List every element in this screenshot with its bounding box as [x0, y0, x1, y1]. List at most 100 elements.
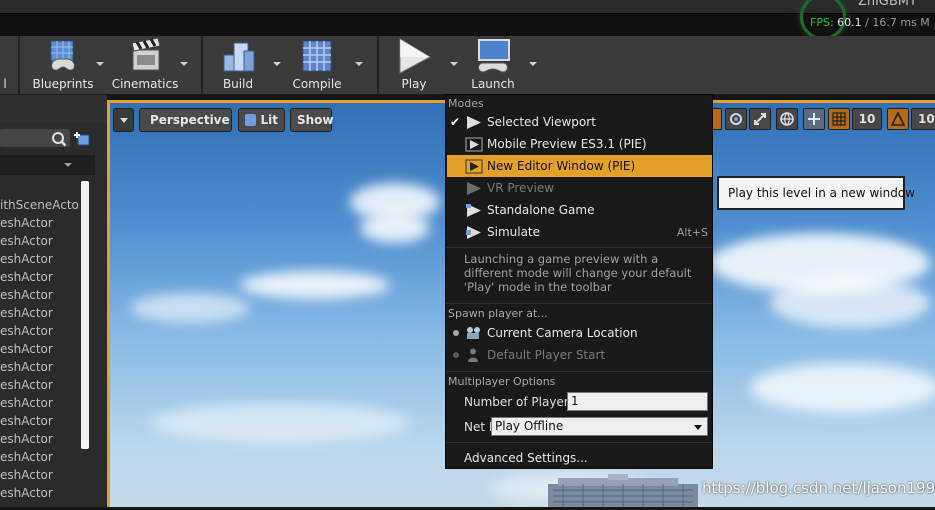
vr-preview-icon — [465, 181, 483, 196]
cinematics-label: Cinematics — [111, 77, 179, 91]
cinematics-dropdown-arrow[interactable] — [180, 62, 188, 66]
cinematics-button[interactable]: Cinematics — [111, 36, 179, 94]
lit-button[interactable]: Lit — [238, 108, 285, 132]
outliner-row[interactable]: eshActor — [0, 466, 80, 484]
launch-dropdown-arrow[interactable] — [529, 62, 537, 66]
title-strip — [0, 0, 935, 36]
menu-item-simulate[interactable]: Simulate Alt+S — [447, 221, 712, 243]
outliner-row[interactable]: eshActor — [0, 340, 80, 358]
outliner-row[interactable]: eshActor — [0, 430, 80, 448]
launch-icon — [471, 36, 515, 76]
outliner-list: ithSceneActor eshActor eshActor eshActor esh… — [0, 196, 80, 502]
menu-item-standalone-game[interactable]: Standalone Game — [447, 199, 712, 221]
outliner-row[interactable]: eshActor — [0, 484, 80, 502]
build-icon — [216, 36, 260, 76]
add-actor-icon[interactable] — [73, 131, 91, 150]
advanced-settings-item[interactable]: Advanced Settings... — [447, 447, 712, 469]
world-space-icon[interactable] — [776, 108, 798, 130]
launch-label: Launch — [471, 77, 515, 91]
lit-label: Lit — [260, 113, 279, 127]
outliner-row[interactable]: eshActor — [0, 250, 80, 268]
title-bar — [0, 0, 935, 14]
angle-snap-value[interactable]: 10 — [911, 108, 935, 130]
launch-button[interactable]: Launch — [469, 36, 517, 94]
menu-item-selected-viewport[interactable]: ✔ Selected Viewport — [447, 111, 712, 133]
angle-snap-icon[interactable] — [887, 108, 909, 130]
outliner-row[interactable]: eshActor — [0, 286, 80, 304]
mode-description: Launching a game preview with a differen… — [464, 252, 692, 294]
cloud — [750, 363, 935, 413]
main-toolbar: l Blueprints Cinematics Build Compile Pl… — [0, 36, 935, 95]
chevron-down-icon — [119, 117, 128, 123]
outliner-header — [0, 95, 107, 123]
cloud — [150, 403, 410, 443]
outliner-row[interactable]: eshActor — [0, 358, 80, 376]
fps-trailing: M — [920, 16, 930, 29]
standalone-icon — [465, 203, 483, 218]
cloud — [240, 271, 390, 299]
play-mode-icon — [465, 115, 483, 130]
outliner-row[interactable]: eshActor — [0, 448, 80, 466]
outliner-scrollbar[interactable] — [81, 181, 89, 449]
play-icon — [392, 36, 436, 76]
play-button[interactable]: Play — [392, 36, 436, 94]
outliner-row[interactable]: eshActor — [0, 322, 80, 340]
camera-icon — [465, 326, 483, 341]
menu-item-label: VR Preview — [487, 181, 555, 195]
scale-mode-icon[interactable] — [749, 108, 771, 130]
play-dropdown-arrow[interactable] — [450, 62, 458, 66]
show-button[interactable]: Show — [290, 108, 334, 132]
outliner-row[interactable]: eshActor — [0, 376, 80, 394]
menu-item-new-editor-window[interactable]: New Editor Window (PIE) — [447, 155, 712, 177]
outliner-row[interactable]: eshActor — [0, 214, 80, 232]
search-icon[interactable] — [51, 131, 67, 150]
lit-cube-icon — [245, 114, 256, 126]
perspective-label: Perspective — [150, 113, 230, 127]
compile-button[interactable]: Compile — [290, 36, 344, 94]
toolbar-partial-button[interactable]: l — [0, 36, 10, 94]
build-dropdown-arrow[interactable] — [273, 62, 281, 66]
modes-header: Modes — [448, 97, 484, 110]
number-of-players-input[interactable]: 1 — [567, 392, 708, 411]
build-button[interactable]: Build — [214, 36, 262, 94]
net-mode-select[interactable]: Play Offline — [491, 417, 708, 436]
net-mode-value: Play Offline — [495, 419, 564, 433]
spawn-default-player-start-option[interactable]: Default Player Start — [447, 344, 712, 366]
chevron-down-icon[interactable] — [64, 163, 72, 167]
chevron-down-icon — [694, 425, 702, 430]
toolbar-partial-label: l — [3, 77, 7, 91]
menu-item-label: Simulate — [487, 225, 541, 239]
menu-item-label: Current Camera Location — [487, 326, 638, 340]
toolbar-divider — [201, 36, 203, 94]
viewport-options-button[interactable] — [113, 108, 134, 132]
tooltip: Play this level in a new window — [717, 176, 915, 210]
perspective-button[interactable]: Perspective — [139, 108, 232, 132]
outliner-row[interactable]: eshActor — [0, 268, 80, 286]
outliner-row[interactable]: eshActor — [0, 304, 80, 322]
outliner-row[interactable]: eshActor — [0, 232, 80, 250]
menu-divider — [446, 371, 712, 372]
grid-snap-value[interactable]: 10 — [852, 108, 882, 130]
simulate-icon — [465, 225, 483, 240]
menu-item-label: Selected Viewport — [487, 115, 596, 129]
grid-snap-icon[interactable] — [828, 108, 850, 130]
compile-dropdown-arrow[interactable] — [355, 62, 363, 66]
outliner-row[interactable]: ithSceneActor — [0, 196, 80, 214]
blueprints-button[interactable]: Blueprints — [32, 36, 94, 94]
perspective-icon — [143, 116, 149, 124]
rotate-mode-icon[interactable] — [725, 108, 747, 130]
menu-divider — [446, 442, 712, 443]
show-label: Show — [297, 113, 334, 127]
surface-snap-icon[interactable] — [803, 108, 825, 130]
outliner-row[interactable]: eshActor — [0, 412, 80, 430]
outliner-column-header[interactable] — [0, 155, 95, 175]
blueprints-dropdown-arrow[interactable] — [96, 62, 104, 66]
menu-item-mobile-preview[interactable]: Mobile Preview ES3.1 (PIE) — [447, 133, 712, 155]
outliner-row[interactable]: eshActor — [0, 394, 80, 412]
menu-item-label: Standalone Game — [487, 203, 595, 217]
menu-item-vr-preview[interactable]: VR Preview — [447, 177, 712, 199]
menu-divider — [446, 303, 712, 304]
spawn-current-camera-option[interactable]: Current Camera Location — [447, 322, 712, 344]
cloud — [360, 213, 430, 243]
watermark: https://blog.csdn.net/ljason1993 — [702, 479, 935, 497]
